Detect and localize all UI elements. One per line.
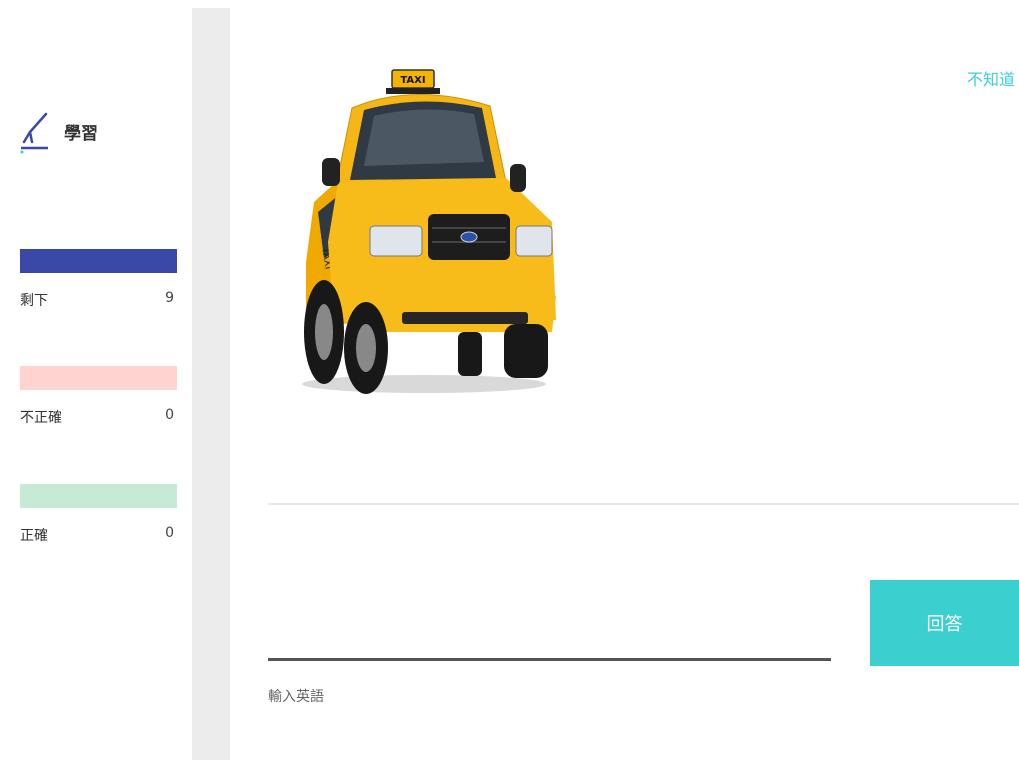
stat-correct: 正確 0 (20, 484, 177, 545)
svg-text:TAXI: TAXI (400, 75, 425, 86)
answer-input[interactable] (268, 612, 831, 661)
incorrect-bar (20, 366, 177, 390)
correct-count: 0 (165, 525, 174, 541)
pen-icon (20, 112, 48, 154)
correct-bar (20, 484, 177, 508)
incorrect-label: 不正確 (20, 410, 62, 426)
stat-remaining: 剩下 9 (20, 249, 177, 310)
answer-input-label: 輸入英語 (268, 689, 324, 705)
taxi-image: TAXI TAXI (302, 69, 556, 394)
remaining-bar (20, 249, 177, 273)
learn-mode-header: 學習 (20, 108, 98, 154)
mode-label: 學習 (64, 123, 98, 144)
remaining-label: 剩下 (20, 293, 48, 309)
incorrect-count: 0 (165, 407, 174, 423)
sidebar-divider (192, 8, 230, 760)
dont-know-link[interactable]: 不知道 (967, 66, 1015, 90)
sidebar: 學習 剩下 9 不正確 0 正確 0 (0, 0, 192, 760)
stat-incorrect: 不正確 0 (20, 366, 177, 427)
correct-label: 正確 (20, 528, 48, 544)
remaining-count: 9 (165, 290, 174, 306)
separator (268, 503, 1019, 505)
main-panel: 不知道 TAXI TAXI 輸入英語 回答 (230, 0, 1019, 760)
answer-button[interactable]: 回答 (870, 580, 1019, 666)
